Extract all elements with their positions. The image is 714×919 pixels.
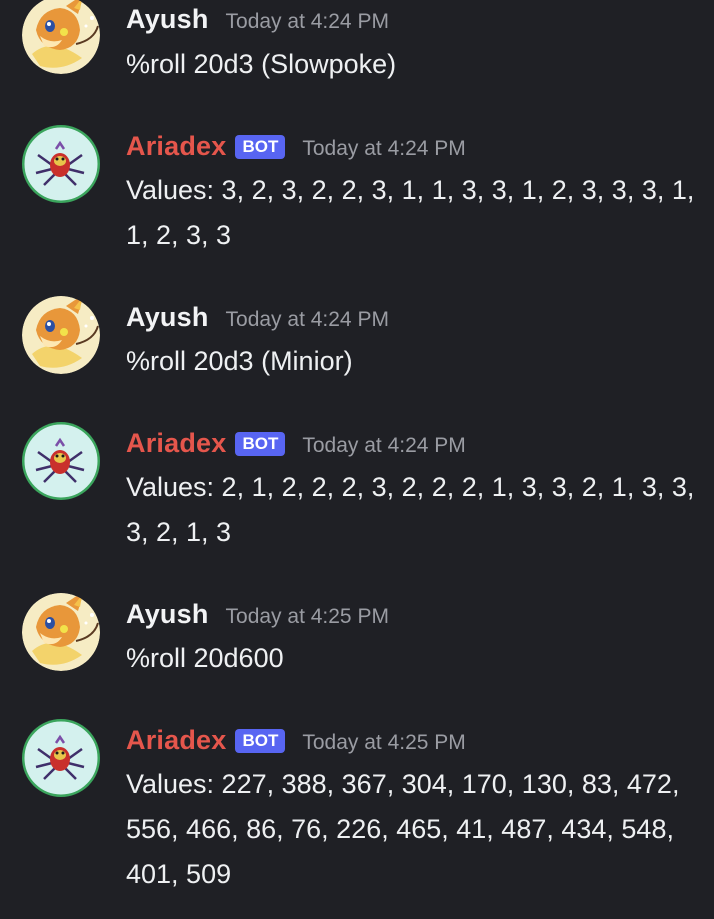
author-name[interactable]: Ayush [126, 4, 209, 35]
message-header: Ayush Today at 4:24 PM [126, 4, 389, 35]
message-header: Ariadex BOT Today at 4:25 PM [126, 725, 466, 756]
message-header: Ariadex BOT Today at 4:24 PM [126, 428, 466, 459]
message-header: Ayush Today at 4:25 PM [126, 599, 389, 630]
ariados-avatar-icon [22, 719, 100, 797]
message-header: Ariadex BOT Today at 4:24 PM [126, 131, 466, 162]
author-name[interactable]: Ariadex [126, 131, 226, 162]
ariados-avatar-icon [22, 125, 100, 203]
user-avatar[interactable] [22, 593, 100, 671]
author-name[interactable]: Ariadex [126, 725, 226, 756]
timestamp: Today at 4:24 PM [225, 308, 389, 331]
message-text: %roll 20d3 (Minior) [126, 346, 353, 376]
bot-avatar[interactable] [22, 422, 100, 500]
message-text: %roll 20d3 (Slowpoke) [126, 49, 397, 79]
message-text: Values: 3, 2, 3, 2, 2, 3, 1, 1, 3, 3, 1,… [126, 175, 695, 250]
author-name[interactable]: Ayush [126, 599, 209, 630]
message-text: %roll 20d600 [126, 643, 284, 673]
raichu-avatar-icon [22, 593, 100, 671]
timestamp: Today at 4:24 PM [225, 10, 389, 33]
ariados-avatar-icon [22, 422, 100, 500]
timestamp: Today at 4:24 PM [302, 434, 466, 457]
bot-badge: BOT [235, 729, 286, 753]
message-list: Ayush Today at 4:24 PM %roll 20d3 (Slowp… [0, 0, 714, 919]
raichu-avatar-icon [22, 296, 100, 374]
user-avatar[interactable] [22, 296, 100, 374]
timestamp: Today at 4:25 PM [225, 605, 389, 628]
bot-badge: BOT [235, 135, 286, 159]
timestamp: Today at 4:24 PM [302, 137, 466, 160]
message-text: Values: 2, 1, 2, 2, 2, 3, 2, 2, 2, 1, 3,… [126, 472, 695, 547]
author-name[interactable]: Ayush [126, 302, 209, 333]
user-avatar[interactable] [22, 0, 100, 74]
author-name[interactable]: Ariadex [126, 428, 226, 459]
bot-avatar[interactable] [22, 125, 100, 203]
bot-avatar[interactable] [22, 719, 100, 797]
bot-badge: BOT [235, 432, 286, 456]
raichu-avatar-icon [22, 0, 100, 74]
message-text: Values: 227, 388, 367, 304, 170, 130, 83… [126, 769, 680, 889]
message-header: Ayush Today at 4:24 PM [126, 302, 389, 333]
timestamp: Today at 4:25 PM [302, 731, 466, 754]
